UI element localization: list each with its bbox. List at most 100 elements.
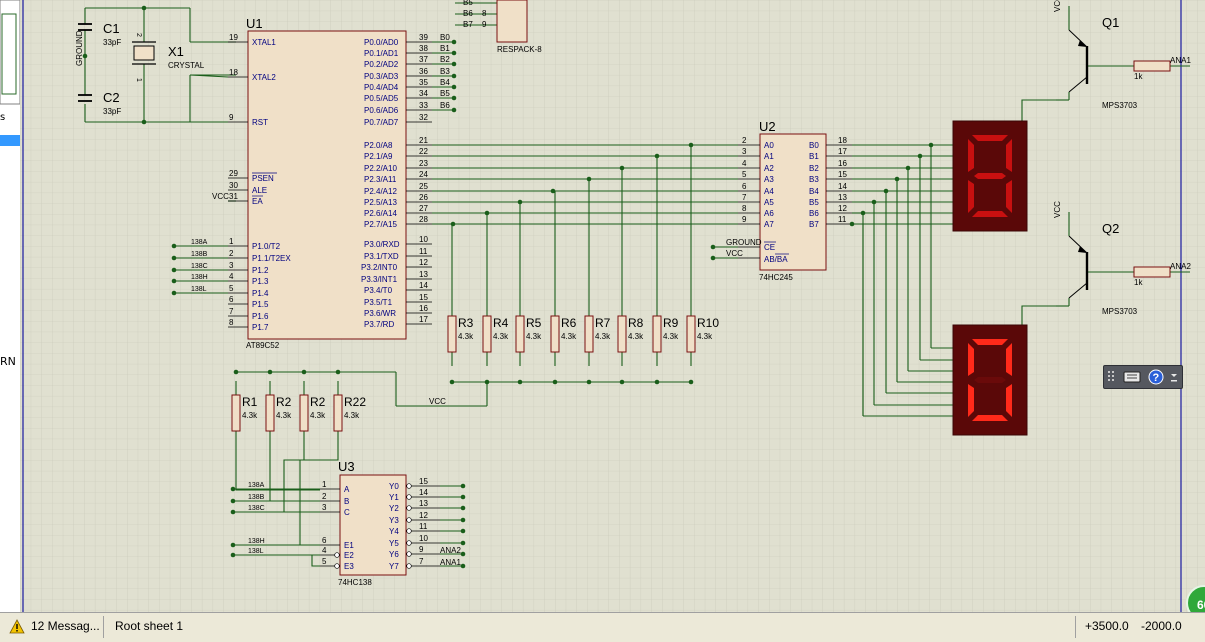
- u2-pin-number: 2: [742, 136, 747, 145]
- junction-dot: [905, 165, 911, 171]
- junction-dot: [460, 494, 466, 500]
- resistor-ref: R6: [561, 316, 577, 330]
- u1-pin-name: P3.4/T0: [364, 286, 393, 295]
- junction-dot: [449, 379, 455, 385]
- preview-frame: [0, 0, 20, 105]
- u1-pin-number: 28: [419, 215, 428, 224]
- resistor-ref: R7: [595, 316, 611, 330]
- respack-body[interactable]: [496, 0, 528, 43]
- seven-seg-display-2[interactable]: [952, 324, 1028, 436]
- u3-pin-number: 3: [322, 503, 327, 512]
- u1-pin-name: P2.3/A11: [364, 175, 397, 184]
- u3-pin-name: Y7: [389, 562, 399, 571]
- u3-pin-name: Y5: [389, 539, 399, 548]
- q2-resistor[interactable]: [1133, 266, 1171, 278]
- coord-y: -2000.0: [1141, 619, 1182, 633]
- help-icon[interactable]: ?: [1148, 369, 1164, 385]
- resistor[interactable]: [584, 315, 594, 353]
- sheet-name[interactable]: Root sheet 1: [115, 619, 183, 633]
- crystal-body[interactable]: [133, 45, 155, 61]
- junction-dot: [688, 142, 694, 148]
- inversion-bubble: [406, 540, 412, 546]
- net-label: ANA1: [1170, 56, 1191, 65]
- list-item-selected[interactable]: [0, 135, 20, 146]
- resistor-value: 4.3k: [595, 332, 611, 341]
- segment-a: [972, 135, 1008, 141]
- resistor[interactable]: [617, 315, 627, 353]
- resistor[interactable]: [515, 315, 525, 353]
- resistor-ref: R5: [526, 316, 542, 330]
- resistor[interactable]: [299, 394, 309, 432]
- resistor-value: 1k: [1134, 72, 1143, 81]
- resistor-value: 4.3k: [561, 332, 577, 341]
- u2-ref: U2: [759, 119, 776, 134]
- junction-dot: [552, 379, 558, 385]
- resistor[interactable]: [550, 315, 560, 353]
- keyboard-icon[interactable]: [1123, 371, 1141, 383]
- capacitor-value: 33pF: [103, 107, 121, 116]
- u1-pin-name: P1.3: [252, 277, 269, 286]
- inversion-bubble: [406, 483, 412, 489]
- u3-pin-name: Y1: [389, 493, 399, 502]
- resistor[interactable]: [482, 315, 492, 353]
- u3-pin-name: Y6: [389, 550, 399, 559]
- junction-dot: [82, 53, 88, 59]
- resistor[interactable]: [333, 394, 343, 432]
- net-label: B3: [440, 67, 450, 76]
- u3-pin-name: E1: [344, 541, 354, 550]
- junction-dot: [230, 509, 236, 515]
- u1-pin-number: 24: [419, 170, 428, 179]
- inversion-bubble: [334, 552, 340, 558]
- vcc-label: VCC: [726, 249, 743, 258]
- net-label: 138H: [248, 538, 265, 545]
- u1-pin-name: P2.6/A14: [364, 209, 397, 218]
- u3-pin-number: 4: [322, 546, 327, 555]
- u3-pin-number: 12: [419, 511, 428, 520]
- ground-label: GROUND: [726, 238, 762, 247]
- u1-pin-number: 34: [419, 89, 428, 98]
- u1-pin-number: 33: [419, 101, 428, 110]
- u3-pin-number: 1: [322, 480, 327, 489]
- seven-seg-display-1[interactable]: [952, 120, 1028, 232]
- u1-pin-number: 22: [419, 147, 428, 156]
- net-label: 138C: [191, 263, 208, 270]
- u1-pin-name: P2.2/A10: [364, 164, 397, 173]
- resistor-ref: R10: [697, 316, 719, 330]
- u1-pin-name: P2.4/A12: [364, 187, 397, 196]
- schematic-canvas[interactable]: C133pFC233pF21X1CRYSTALGROUNDU1AT89C5219…: [20, 0, 1205, 612]
- junction-dot: [460, 540, 466, 546]
- resistor-ref: R22: [344, 395, 366, 409]
- resistor[interactable]: [447, 315, 457, 353]
- resistor[interactable]: [231, 394, 241, 432]
- left-panel: s RN: [0, 0, 21, 612]
- net-label: 138A: [248, 482, 265, 489]
- u1-pin-name: XTAL2: [252, 73, 276, 82]
- u1-pin-name: P2.5/A13: [364, 198, 397, 207]
- resistor-ref: R2: [276, 395, 292, 409]
- u2-pin-number: 16: [838, 159, 847, 168]
- resistor[interactable]: [686, 315, 696, 353]
- u2-pin-number: 7: [742, 193, 747, 202]
- resistor[interactable]: [652, 315, 662, 353]
- messages-count[interactable]: 12 Messag...: [31, 619, 100, 633]
- pin-number: 2: [135, 33, 142, 37]
- warning-icon[interactable]: [9, 619, 25, 634]
- vcc-label: VCC: [212, 192, 229, 201]
- u1-pin-number: 13: [419, 270, 428, 279]
- resistor[interactable]: [265, 394, 275, 432]
- resistor-value: 4.3k: [493, 332, 509, 341]
- u1-pin-number: 8: [229, 318, 234, 327]
- pin-number: 1: [135, 78, 142, 82]
- u1-pin-name: P0.3/AD3: [364, 72, 399, 81]
- inversion-bubble: [406, 494, 412, 500]
- status-separator: [103, 616, 104, 638]
- junction-dot: [517, 379, 523, 385]
- menu-arrow-icon[interactable]: [1171, 374, 1177, 382]
- floating-toolbar[interactable]: ?: [1103, 365, 1183, 389]
- junction-dot: [619, 165, 625, 171]
- u1-pin-name: P1.1/T2EX: [252, 254, 291, 263]
- junction-dot: [141, 5, 147, 11]
- q1-resistor[interactable]: [1133, 60, 1171, 72]
- u1-pin-name: P1.5: [252, 300, 269, 309]
- u2-pin-name: B0: [809, 141, 819, 150]
